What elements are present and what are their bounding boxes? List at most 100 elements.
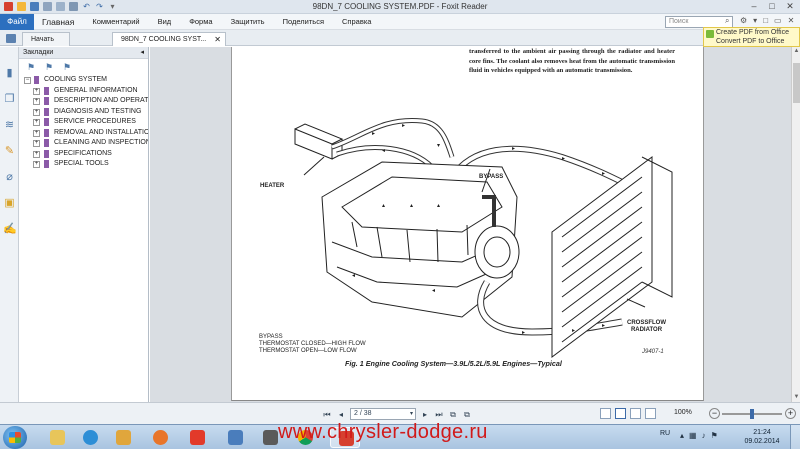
expand-toggle-icon[interactable]: + [33, 150, 40, 158]
taskbar-ie[interactable] [75, 427, 105, 448]
expand-toggle-icon[interactable]: + [33, 161, 40, 168]
site-watermark: www.chrysler-dodge.ru [278, 421, 488, 443]
office-convert-icon [706, 30, 714, 38]
delete-bookmark-icon[interactable]: ⚑ [63, 62, 73, 72]
continuous-view-button[interactable] [615, 408, 626, 419]
network-icon[interactable]: ▦ [689, 431, 697, 440]
facing-view-button[interactable] [630, 408, 641, 419]
zoom-in-button[interactable]: + [785, 408, 796, 419]
previous-page-icon[interactable]: ◂ [336, 409, 346, 420]
maximize-button[interactable]: □ [766, 1, 778, 12]
home-icon[interactable] [6, 34, 16, 43]
expand-bookmark-icon[interactable]: ⚑ [27, 62, 37, 72]
promo-line-2: Convert PDF to Office [716, 38, 785, 45]
file-menu[interactable]: Файл [0, 14, 34, 30]
expand-toggle-icon[interactable]: + [33, 140, 40, 147]
start-button[interactable] [3, 426, 27, 449]
previous-view-icon[interactable]: ⧉ [448, 409, 458, 420]
bookmark-panel-icon[interactable]: ▮ [3, 67, 16, 80]
next-page-icon[interactable]: ▸ [420, 409, 430, 420]
layers-panel-icon[interactable]: ≋ [3, 119, 16, 132]
bookmark-item[interactable]: + SPECIAL TOOLS [19, 159, 148, 170]
signature-icon[interactable]: ✍ [3, 223, 17, 236]
system-clock[interactable]: 21:24 09.02.2014 [742, 428, 782, 446]
taskbar-speaker[interactable] [220, 427, 250, 448]
taskbar-explorer[interactable] [42, 427, 72, 448]
zoom-out-button[interactable]: − [709, 408, 720, 419]
expand-toggle-icon[interactable]: + [33, 98, 40, 105]
next-view-icon[interactable]: ⧉ [462, 409, 472, 420]
page-number-field[interactable]: 2 / 38 ▾ [350, 408, 416, 420]
search-icon[interactable]: ⌕ [725, 16, 729, 26]
taskbar-media-player[interactable] [108, 427, 138, 448]
collapse-ribbon-icon[interactable]: □ [763, 16, 768, 25]
bookmark-item[interactable]: + REMOVAL AND INSTALLATIO [19, 128, 148, 139]
bookmark-item[interactable]: + GENERAL INFORMATION [19, 86, 148, 97]
restore-icon[interactable]: ▭ [774, 16, 782, 25]
tab-document[interactable]: 98DN_7 COOLING SYST... ✕ [112, 32, 226, 46]
close-tab-icon[interactable]: ✕ [214, 33, 221, 46]
menu-form[interactable]: Форма [189, 14, 212, 30]
expand-toggle-icon[interactable]: + [33, 87, 40, 95]
add-bookmark-icon[interactable]: ⚑ [45, 62, 55, 72]
left-navigation-toolbar: ▮ ❐ ≋ ✎ ⌀ ▣ ✍ [0, 47, 19, 402]
zoom-slider-thumb[interactable] [750, 409, 754, 419]
language-indicator[interactable]: RU [660, 430, 670, 437]
windows-logo-icon [9, 432, 21, 443]
attachments-icon[interactable]: ⌀ [3, 171, 16, 184]
security-lock-icon[interactable]: ▣ [3, 197, 16, 210]
vertical-scrollbar[interactable]: ▲ ▼ [791, 47, 800, 402]
window-title: 98DN_7 COOLING SYSTEM.PDF - Foxit Reader [312, 2, 488, 11]
bookmark-icon [44, 97, 49, 105]
volume-icon[interactable]: ♪ [702, 431, 706, 440]
scroll-up-icon[interactable]: ▲ [792, 47, 800, 56]
expand-toggle-icon[interactable]: + [33, 108, 40, 116]
create-pdf-promo[interactable]: Create PDF from Office Convert PDF to Of… [703, 27, 800, 47]
expand-toggle-icon[interactable]: + [33, 129, 40, 137]
bookmark-item[interactable]: + DIAGNOSIS AND TESTING [19, 107, 148, 118]
menu-home[interactable]: Главная [42, 14, 74, 30]
zoom-level[interactable]: 100% [674, 409, 692, 416]
show-desktop-button[interactable] [790, 425, 800, 449]
bookmark-item[interactable]: + DESCRIPTION AND OPERAT [19, 96, 148, 107]
menu-share[interactable]: Поделиться [283, 14, 324, 30]
scroll-down-icon[interactable]: ▼ [792, 393, 800, 402]
tab-start[interactable]: Начать [22, 32, 70, 46]
flag-notification-icon[interactable]: ⚑ [711, 431, 718, 440]
menu-protect[interactable]: Защитить [231, 14, 265, 30]
collapse-toggle-icon[interactable]: − [24, 77, 31, 84]
close-button[interactable]: ✕ [784, 1, 796, 12]
svg-text:▸: ▸ [572, 328, 575, 334]
minimize-button[interactable]: – [748, 1, 760, 12]
menu-comment[interactable]: Комментарий [92, 14, 139, 30]
clock-date: 09.02.2014 [744, 438, 780, 445]
last-page-icon[interactable]: ⏭ [434, 409, 444, 420]
bookmark-item[interactable]: + SERVICE PROCEDURES [19, 117, 148, 128]
page-dropdown-icon[interactable]: ▾ [410, 409, 413, 419]
close-doc-icon[interactable]: ✕ [788, 16, 795, 25]
bookmark-icon [44, 160, 49, 168]
svg-text:▸: ▸ [602, 171, 605, 177]
document-viewport[interactable]: transferred to the ambient air passing t… [150, 47, 800, 402]
gear-icon[interactable]: ⚙ [740, 16, 747, 25]
taskbar-yandex[interactable] [182, 427, 212, 448]
bookmark-item[interactable]: + CLEANING AND INSPECTION [19, 138, 148, 149]
comments-panel-icon[interactable]: ✎ [3, 145, 16, 158]
menu-help[interactable]: Справка [342, 14, 371, 30]
collapse-panel-icon[interactable]: ◂ [140, 47, 144, 59]
bookmark-icon [44, 107, 49, 116]
chevron-down-icon[interactable]: ▾ [753, 16, 757, 25]
single-page-view-button[interactable] [600, 408, 611, 419]
svg-text:▴: ▴ [382, 203, 385, 209]
menu-view[interactable]: Вид [158, 14, 172, 30]
first-page-icon[interactable]: ⏮ [322, 409, 332, 420]
bookmark-item[interactable]: + SPECIFICATIONS [19, 149, 148, 160]
pages-panel-icon[interactable]: ❐ [3, 93, 16, 106]
svg-text:◂: ◂ [432, 288, 435, 294]
scroll-thumb[interactable] [793, 63, 800, 103]
continuous-facing-view-button[interactable] [645, 408, 656, 419]
bookmark-root[interactable]: − COOLING SYSTEM [19, 75, 148, 86]
taskbar-firefox[interactable] [145, 427, 175, 448]
tray-arrow-icon[interactable]: ▴ [680, 431, 684, 440]
expand-toggle-icon[interactable]: + [33, 119, 40, 126]
